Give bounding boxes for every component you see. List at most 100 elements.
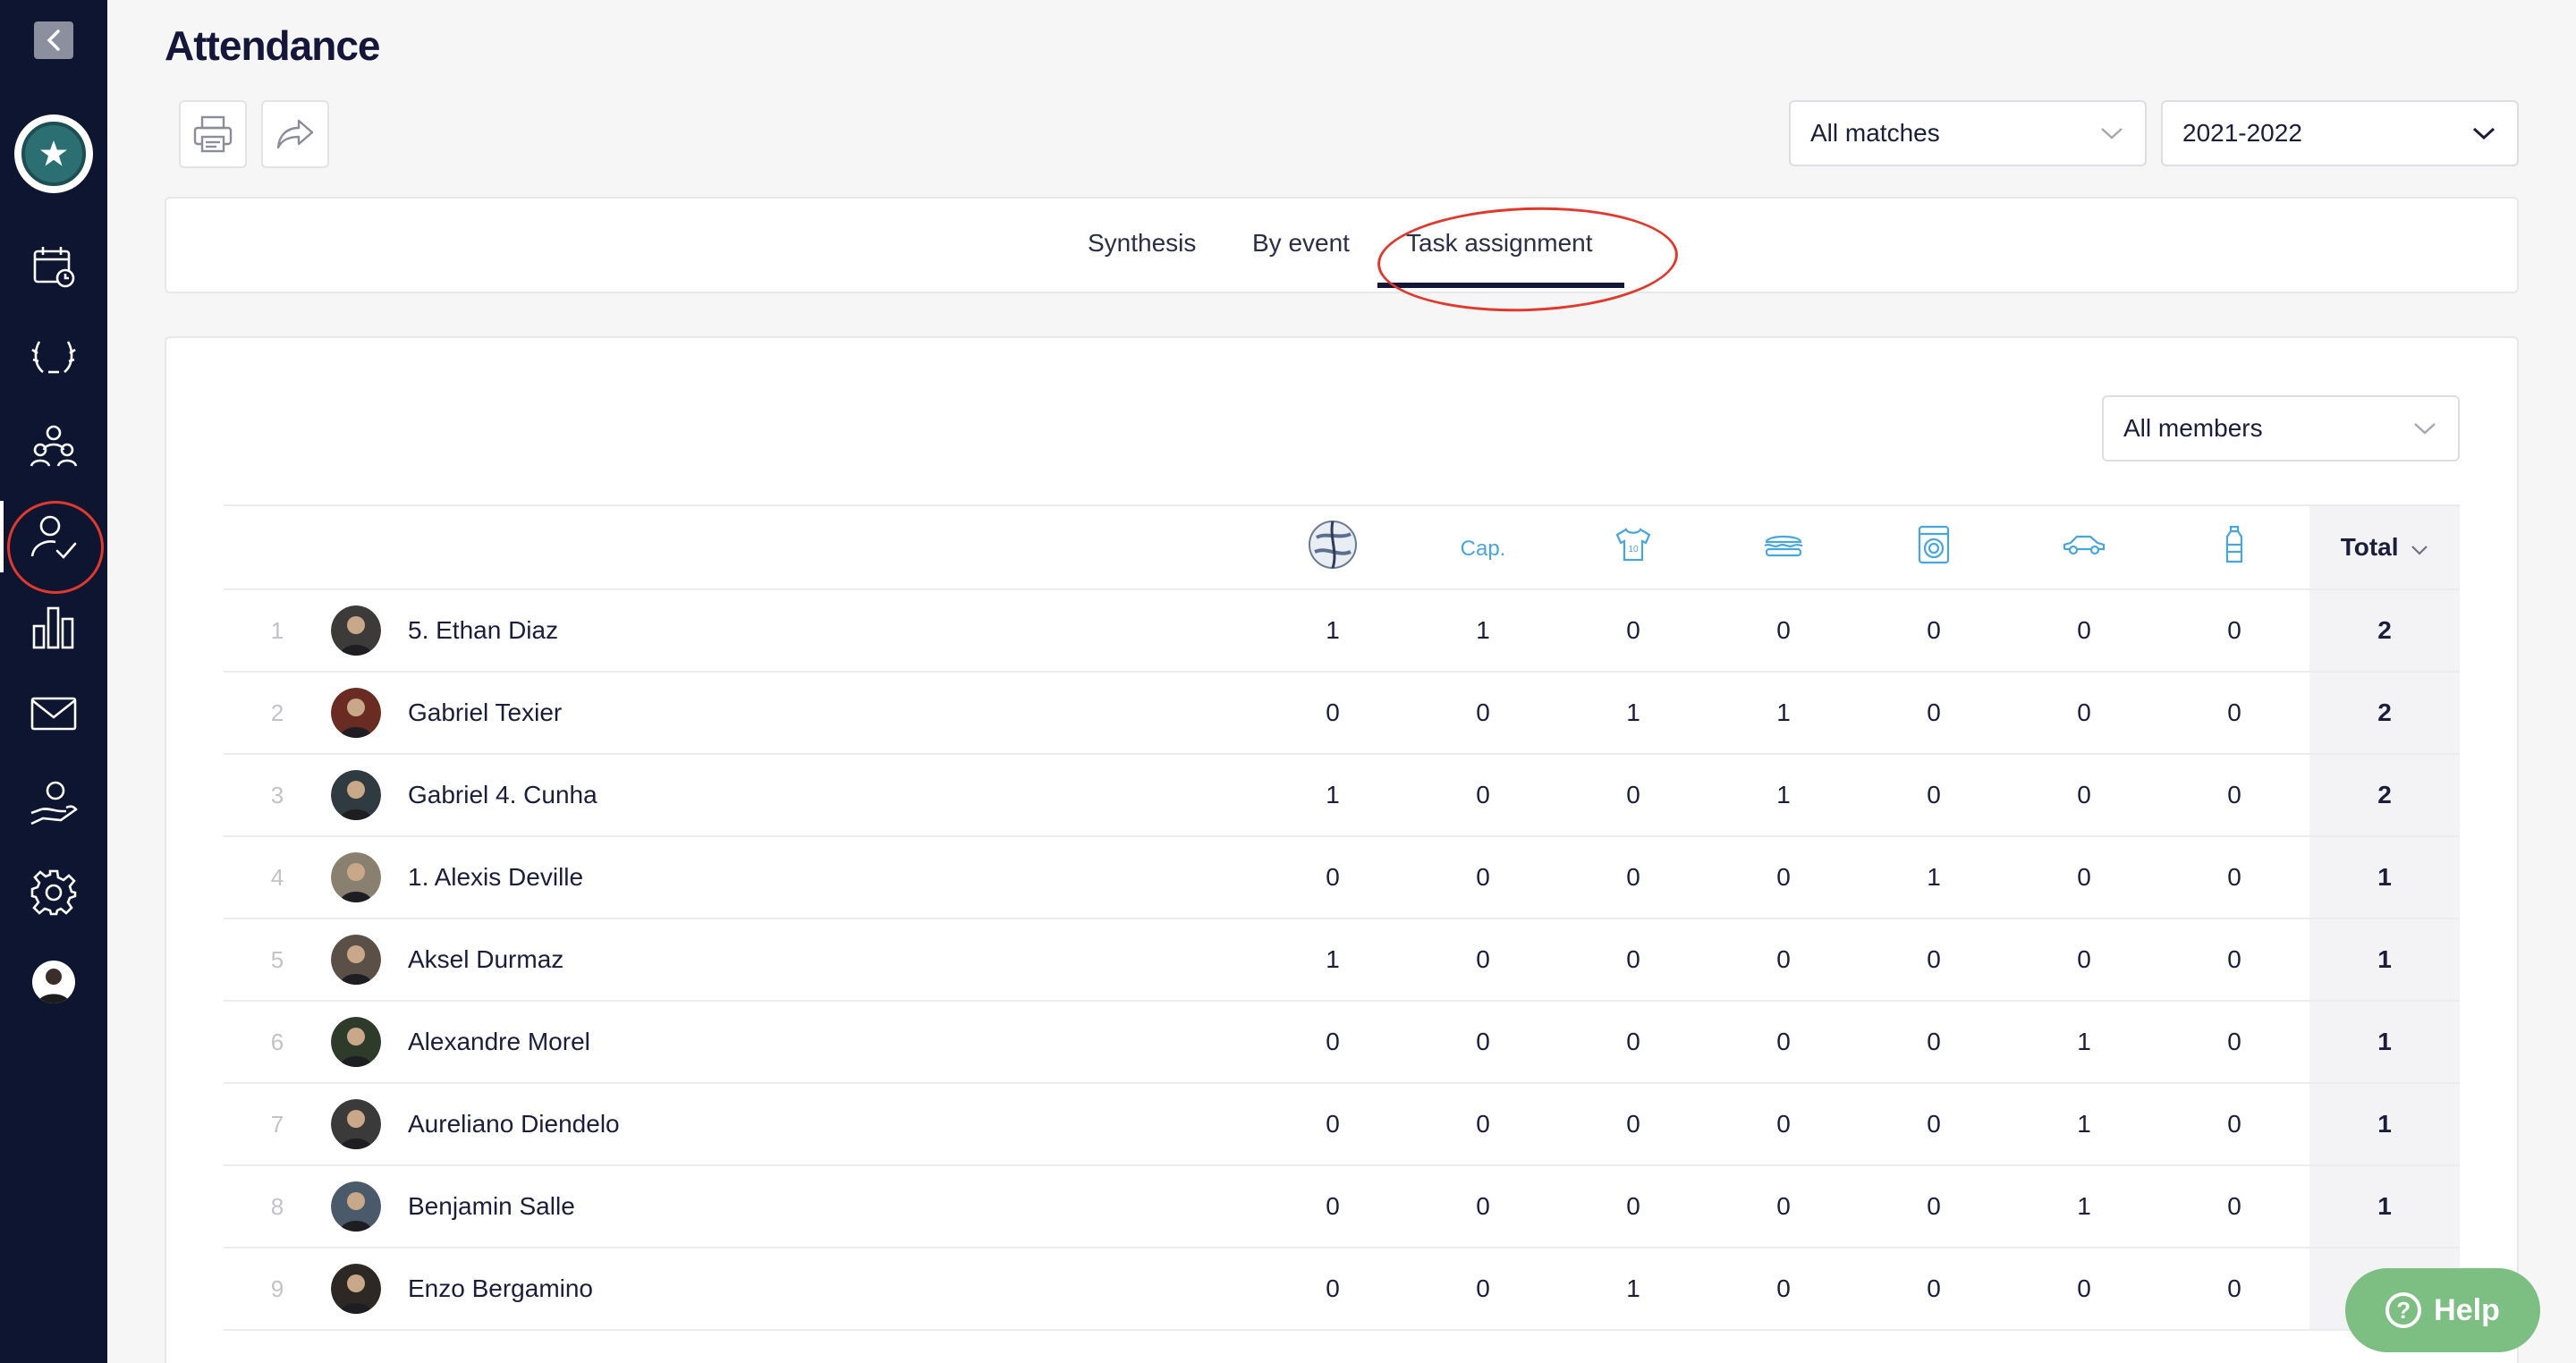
- player-avatar: [331, 605, 381, 656]
- sidebar-item-profile[interactable]: [0, 946, 107, 1018]
- player-name[interactable]: Gabriel 4. Cunha: [406, 754, 1258, 837]
- task-count: 0: [1558, 1083, 1708, 1166]
- task-count: 0: [1408, 1001, 1558, 1084]
- column-header-total[interactable]: Total: [2309, 504, 2460, 590]
- task-count: 0: [1258, 1001, 1408, 1084]
- sidebar-item-statistics[interactable]: [0, 590, 107, 662]
- player-name[interactable]: Aksel Durmaz: [406, 919, 1258, 1002]
- player-name[interactable]: 5. Ethan Diaz: [406, 589, 1258, 673]
- task-count: 0: [1408, 1083, 1558, 1166]
- task-count: 0: [1708, 1165, 1859, 1249]
- sandwich-icon: [1764, 535, 1803, 556]
- collapse-sidebar-button[interactable]: [34, 21, 73, 59]
- task-count: 1: [1708, 672, 1859, 755]
- task-count: 0: [1859, 1165, 2009, 1249]
- column-header-water[interactable]: [2159, 504, 2309, 590]
- task-count: 0: [1258, 1165, 1408, 1249]
- sidebar-item-competitions[interactable]: [0, 320, 107, 392]
- player-name[interactable]: Aureliano Diendelo: [406, 1083, 1258, 1166]
- match-filter-select[interactable]: All matches: [1789, 100, 2147, 166]
- row-total: 1: [2309, 1083, 2460, 1166]
- player-name[interactable]: Benjamin Salle: [406, 1165, 1258, 1249]
- chevron-left-icon: [47, 30, 60, 51]
- player-avatar: [331, 935, 381, 985]
- task-count: 0: [1408, 1165, 1558, 1249]
- season-select[interactable]: 2021-2022: [2161, 100, 2519, 166]
- chevron-down-icon: [2472, 127, 2496, 140]
- row-rank: 9: [224, 1248, 331, 1331]
- chevron-down-icon: [2101, 128, 2123, 140]
- column-header-captain[interactable]: Cap.: [1408, 504, 1558, 590]
- sidebar-item-partners[interactable]: [0, 767, 107, 839]
- page-title: Attendance: [165, 22, 380, 69]
- table-row[interactable]: 8 Benjamin Salle 0 0 0 0 0 1 0 1: [224, 1165, 2460, 1249]
- task-count: 0: [2159, 672, 2309, 755]
- sidebar-item-settings[interactable]: [0, 857, 107, 928]
- row-total: 2: [2309, 589, 2460, 673]
- sidebar: [0, 0, 107, 1363]
- star-icon: [40, 140, 67, 166]
- task-count: 0: [1408, 836, 1558, 919]
- row-rank: 2: [224, 672, 331, 755]
- match-filter-value: All matches: [1810, 119, 1940, 147]
- question-icon: ?: [2385, 1292, 2422, 1328]
- task-count: 0: [2009, 672, 2159, 755]
- table-row[interactable]: 2 Gabriel Texier 0 0 1 1 0 0 0 2: [224, 672, 2460, 755]
- svg-text:10: 10: [1628, 545, 1639, 555]
- task-count: 0: [1708, 1001, 1859, 1084]
- task-count: 0: [2159, 919, 2309, 1002]
- task-count: 1: [1258, 919, 1408, 1002]
- table-header-row: Cap. 10 Total: [224, 504, 2460, 590]
- help-button[interactable]: ? Help: [2345, 1268, 2540, 1352]
- table-row[interactable]: 7 Aureliano Diendelo 0 0 0 0 0 1 0 1: [224, 1083, 2460, 1166]
- player-avatar: [331, 770, 381, 820]
- column-header-snack[interactable]: [1708, 504, 1859, 590]
- task-count: 1: [1859, 836, 2009, 919]
- task-count: 0: [2159, 589, 2309, 673]
- members-filter-select[interactable]: All members: [2102, 395, 2460, 461]
- player-avatar: [331, 1264, 381, 1314]
- player-name[interactable]: Enzo Bergamino: [406, 1248, 1258, 1331]
- row-rank: 6: [224, 1001, 331, 1084]
- task-count: 0: [1859, 589, 2009, 673]
- table-row[interactable]: 6 Alexandre Morel 0 0 0 0 0 1 0 1: [224, 1001, 2460, 1084]
- table-row[interactable]: 1 5. Ethan Diaz 1 1 0 0 0 0 0 2: [224, 589, 2460, 673]
- task-count: 0: [2159, 836, 2309, 919]
- sidebar-item-calendar[interactable]: [0, 231, 107, 302]
- row-rank: 1: [224, 589, 331, 673]
- tab-synthesis[interactable]: Synthesis: [1088, 229, 1196, 258]
- player-name[interactable]: Alexandre Morel: [406, 1001, 1258, 1084]
- total-label: Total: [2340, 533, 2399, 561]
- task-count: 0: [1408, 672, 1558, 755]
- user-avatar: [32, 961, 75, 1003]
- table-row[interactable]: 4 1. Alexis Deville 0 0 0 0 1 0 0 1: [224, 836, 2460, 919]
- player-avatar: [331, 1017, 381, 1067]
- column-header-transport[interactable]: [2009, 504, 2159, 590]
- player-name[interactable]: Gabriel Texier: [406, 672, 1258, 755]
- ball-icon: [1309, 520, 1357, 569]
- player-name[interactable]: 1. Alexis Deville: [406, 836, 1258, 919]
- task-count: 0: [1708, 1083, 1859, 1166]
- table-row[interactable]: 5 Aksel Durmaz 1 0 0 0 0 0 0 1: [224, 919, 2460, 1002]
- share-button[interactable]: [261, 100, 329, 168]
- task-count: 1: [2009, 1083, 2159, 1166]
- water-bottle-icon: [2225, 525, 2243, 563]
- print-button[interactable]: [179, 100, 247, 168]
- sidebar-item-members[interactable]: [0, 410, 107, 481]
- car-icon: [2063, 535, 2106, 555]
- column-header-laundry[interactable]: [1859, 504, 2009, 590]
- task-count: 1: [1708, 754, 1859, 837]
- task-count: 0: [2009, 754, 2159, 837]
- column-header-ball[interactable]: [1258, 504, 1408, 590]
- task-count: 1: [1258, 589, 1408, 673]
- tab-by-event[interactable]: By event: [1252, 229, 1350, 258]
- task-count: 0: [1258, 672, 1408, 755]
- table-row[interactable]: 3 Gabriel 4. Cunha 1 0 0 1 0 0 0 2: [224, 754, 2460, 837]
- column-header-jersey[interactable]: 10: [1558, 504, 1708, 590]
- sidebar-item-messages[interactable]: [0, 678, 107, 749]
- row-total: 2: [2309, 754, 2460, 837]
- table-row[interactable]: 9 Enzo Bergamino 0 0 1 0 0 0 0: [224, 1248, 2460, 1331]
- task-count: 0: [1859, 919, 2009, 1002]
- task-count: 0: [1859, 1248, 2009, 1331]
- club-logo[interactable]: [14, 114, 93, 193]
